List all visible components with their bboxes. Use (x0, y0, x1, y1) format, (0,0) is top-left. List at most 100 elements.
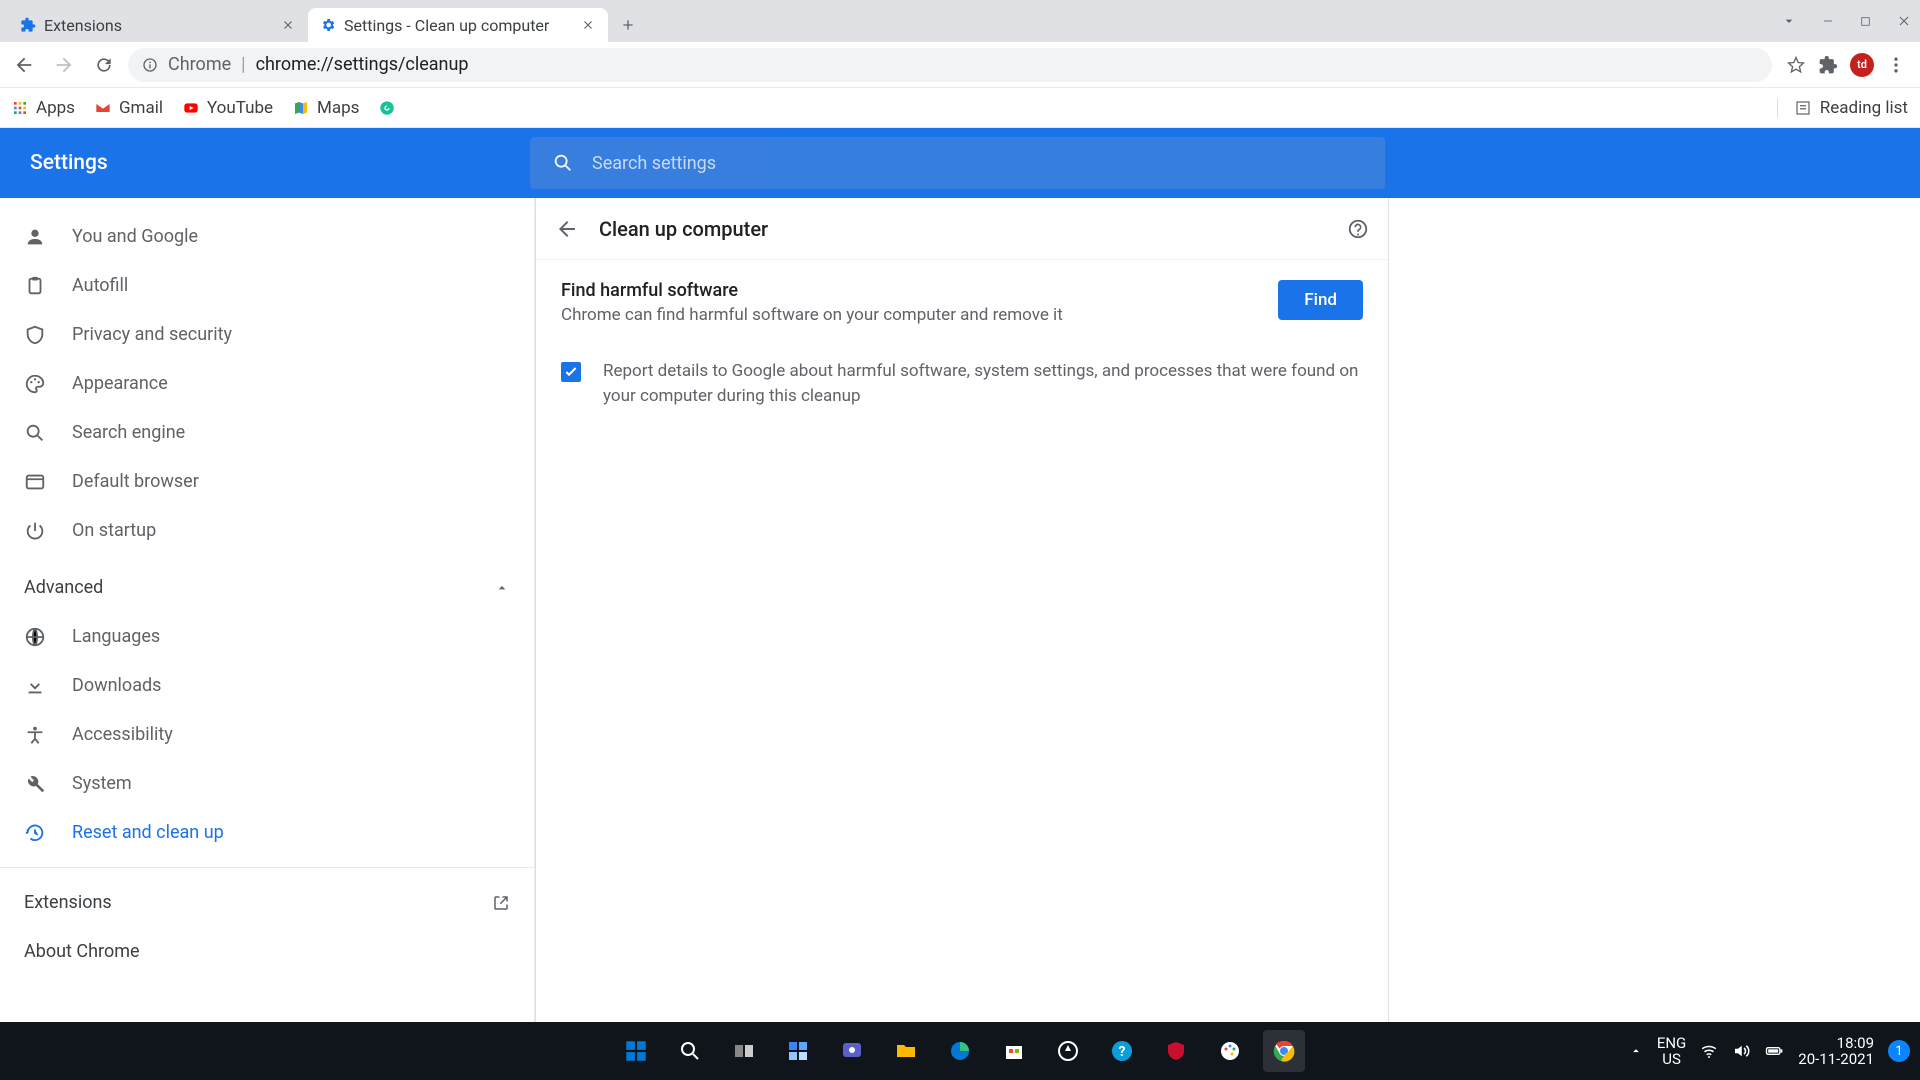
edge-browser[interactable] (939, 1030, 981, 1072)
taskbar-search[interactable] (669, 1030, 711, 1072)
bookmark-maps[interactable]: Maps (293, 98, 359, 118)
start-button[interactable] (615, 1030, 657, 1072)
settings-search[interactable] (530, 137, 1385, 189)
tab-title: Extensions (44, 16, 272, 35)
settings-search-input[interactable] (592, 153, 1363, 174)
omnibox-separator: | (241, 54, 245, 75)
wifi-icon[interactable] (1700, 1042, 1718, 1060)
page-back-button[interactable] (555, 217, 579, 241)
sidebar-item-reset-cleanup[interactable]: Reset and clean up (0, 808, 534, 857)
checkbox-checked-icon[interactable] (561, 362, 581, 382)
apps-grid-icon (12, 100, 28, 116)
maximize-icon[interactable] (1859, 15, 1872, 28)
volume-icon[interactable] (1732, 1042, 1750, 1060)
bookmark-label: Maps (317, 98, 359, 118)
tab-settings[interactable]: Settings - Clean up computer (308, 8, 608, 42)
sidebar-item-label: System (72, 773, 132, 794)
browser-toolbar: Chrome | chrome://settings/cleanup td (0, 42, 1920, 88)
sidebar-item-autofill[interactable]: Autofill (0, 261, 534, 310)
clipboard-icon (24, 275, 46, 297)
get-help[interactable]: ? (1101, 1030, 1143, 1072)
bookmark-youtube[interactable]: YouTube (183, 98, 273, 118)
minimize-icon[interactable] (1821, 14, 1835, 28)
bookmark-gmail[interactable]: Gmail (95, 98, 163, 118)
palette-icon (24, 373, 46, 395)
wrench-icon (24, 773, 46, 795)
report-checkbox-row[interactable]: Report details to Google about harmful s… (535, 345, 1389, 408)
sidebar-item-label: Languages (72, 626, 160, 647)
sidebar-item-extensions[interactable]: Extensions (0, 878, 534, 927)
paint-app[interactable] (1209, 1030, 1251, 1072)
sidebar-item-default-browser[interactable]: Default browser (0, 457, 534, 506)
sidebar-item-appearance[interactable]: Appearance (0, 359, 534, 408)
sidebar-item-languages[interactable]: Languages (0, 612, 534, 661)
clock[interactable]: 18:0920-11-2021 (1798, 1035, 1874, 1068)
extension-icon (20, 17, 36, 33)
sidebar-item-label: Search engine (72, 422, 185, 443)
settings-title: Settings (0, 151, 530, 175)
download-icon (24, 675, 46, 697)
chrome-app[interactable] (1263, 1030, 1305, 1072)
language-indicator[interactable]: ENGUS (1657, 1035, 1686, 1068)
tab-title: Settings - Clean up computer (344, 16, 572, 35)
restore-icon (24, 822, 46, 844)
search-icon (552, 152, 574, 174)
back-button[interactable] (8, 49, 40, 81)
sidebar-item-accessibility[interactable]: Accessibility (0, 710, 534, 759)
sidebar-item-about[interactable]: About Chrome (0, 927, 534, 976)
battery-icon[interactable] (1764, 1041, 1784, 1061)
reading-list-button[interactable]: Reading list (1777, 98, 1908, 118)
tray-chevron-icon[interactable] (1629, 1044, 1643, 1058)
chevron-up-icon (494, 580, 510, 596)
address-bar[interactable]: Chrome | chrome://settings/cleanup (128, 48, 1772, 82)
settings-header: Settings (0, 128, 1920, 198)
microsoft-store[interactable] (993, 1030, 1035, 1072)
app-circle[interactable] (1047, 1030, 1089, 1072)
tab-close-icon[interactable] (280, 17, 296, 33)
reload-button[interactable] (88, 49, 120, 81)
find-description: Chrome can find harmful software on your… (561, 305, 1063, 325)
bookmark-grammarly[interactable] (379, 100, 395, 116)
close-window-icon[interactable] (1896, 13, 1912, 29)
sidebar-section-advanced[interactable]: Advanced (0, 563, 534, 612)
mcafee[interactable] (1155, 1030, 1197, 1072)
svg-text:?: ? (1119, 1044, 1126, 1060)
sidebar-item-you-and-google[interactable]: You and Google (0, 212, 534, 261)
advanced-label: Advanced (24, 577, 103, 598)
chat-app[interactable] (831, 1030, 873, 1072)
grammarly-icon (379, 100, 395, 116)
forward-button[interactable] (48, 49, 80, 81)
extensions-puzzle-icon[interactable] (1818, 55, 1838, 75)
widgets-button[interactable] (777, 1030, 819, 1072)
sidebar-item-label: Privacy and security (72, 324, 232, 345)
sidebar-item-startup[interactable]: On startup (0, 506, 534, 555)
bookmark-apps[interactable]: Apps (12, 98, 75, 118)
sidebar-item-label: Accessibility (72, 724, 173, 745)
sidebar-item-system[interactable]: System (0, 759, 534, 808)
sidebar-item-label: Autofill (72, 275, 128, 296)
help-icon[interactable] (1347, 218, 1369, 240)
bookmarks-bar: Apps Gmail YouTube Maps Reading list (0, 88, 1920, 128)
site-info-icon[interactable]: Chrome (142, 54, 231, 75)
new-tab-button[interactable] (614, 11, 642, 39)
sidebar-item-downloads[interactable]: Downloads (0, 661, 534, 710)
sidebar-item-privacy[interactable]: Privacy and security (0, 310, 534, 359)
kebab-menu-icon[interactable] (1886, 55, 1906, 75)
file-explorer[interactable] (885, 1030, 927, 1072)
tab-extensions[interactable]: Extensions (8, 8, 308, 42)
browser-tabstrip: Extensions Settings - Clean up computer (0, 0, 1920, 42)
find-button[interactable]: Find (1278, 280, 1363, 320)
power-icon (24, 520, 46, 542)
sidebar-item-search-engine[interactable]: Search engine (0, 408, 534, 457)
bookmark-star-icon[interactable] (1786, 55, 1806, 75)
tab-search-icon[interactable] (1781, 13, 1797, 29)
sidebar-item-label: Appearance (72, 373, 168, 394)
globe-icon (24, 626, 46, 648)
notification-badge[interactable]: 1 (1888, 1040, 1910, 1062)
profile-avatar[interactable]: td (1850, 53, 1874, 77)
tab-close-icon[interactable] (580, 17, 596, 33)
settings-main: You and Google Autofill Privacy and secu… (0, 198, 1920, 1022)
task-view[interactable] (723, 1030, 765, 1072)
omnibox-url: chrome://settings/cleanup (256, 54, 469, 75)
reading-list-label: Reading list (1820, 98, 1908, 118)
